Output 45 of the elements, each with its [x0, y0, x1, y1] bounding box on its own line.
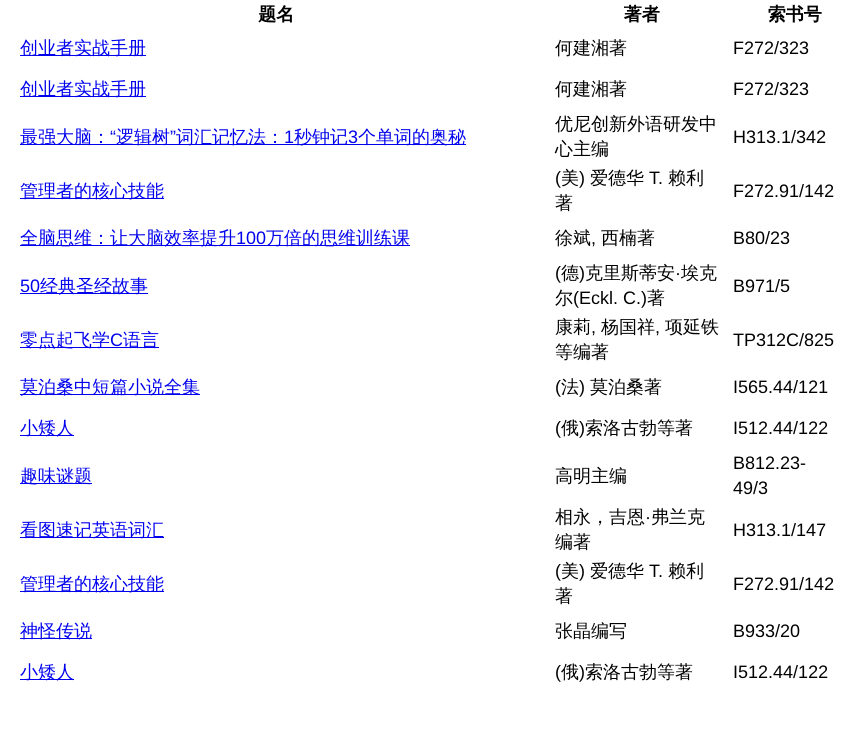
author-text: (美) 爱德华 T. 赖利著: [555, 561, 704, 606]
author-text: 何建湘著: [555, 79, 627, 99]
author-text: (俄)索洛古勃等著: [555, 418, 693, 438]
author-text: 高明主编: [555, 466, 627, 486]
author-text: (法) 莫泊桑著: [555, 377, 662, 397]
call-number-text: F272/323: [733, 38, 810, 58]
book-title-link[interactable]: 50经典圣经故事: [20, 276, 148, 296]
author-text: 优尼创新外语研发中心主编: [555, 114, 717, 159]
call-number-text: B80/23: [733, 228, 790, 248]
author-text: 康莉, 杨国祥, 项延铁等编著: [555, 317, 720, 362]
call-number-text: F272/323: [733, 79, 810, 99]
call-number-text: I512.44/122: [733, 418, 828, 438]
author-text: (德)克里斯蒂安·埃克尔(Eckl. C.)著: [555, 263, 717, 308]
book-title-link[interactable]: 最强大脑：“逻辑树”词汇记忆法：1秒钟记3个单词的奥秘: [20, 126, 466, 146]
column-header: 索书号: [767, 2, 823, 26]
book-title-link[interactable]: 管理者的核心技能: [20, 180, 164, 200]
author-text: 何建湘著: [555, 38, 627, 58]
call-number-text: H313.1/147: [733, 520, 826, 540]
call-number-text: TP312C/825: [733, 330, 834, 350]
call-number-text: B933/20: [733, 621, 800, 641]
book-title-link[interactable]: 创业者实战手册: [20, 38, 146, 58]
book-title-link[interactable]: 趣味谜题: [20, 466, 92, 486]
book-title-link[interactable]: 管理者的核心技能: [20, 574, 164, 594]
call-number-text: I512.44/122: [733, 662, 828, 682]
column-header: 著者: [623, 2, 661, 26]
author-text: (俄)索洛古勃等著: [555, 662, 693, 682]
book-title-link[interactable]: 全脑思维：让大脑效率提升100万倍的思维训练课: [20, 228, 410, 248]
book-title-link[interactable]: 创业者实战手册: [20, 79, 146, 99]
book-title-link[interactable]: 小矮人: [20, 418, 74, 438]
author-text: 徐斌, 西楠著: [555, 228, 656, 248]
book-title-link[interactable]: 神怪传说: [20, 621, 92, 641]
book-title-link[interactable]: 零点起飞学C语言: [20, 330, 159, 350]
author-text: (美) 爱德华 T. 赖利著: [555, 168, 704, 213]
call-number-text: B971/5: [733, 276, 790, 296]
author-text: 张晶编写: [555, 621, 627, 641]
call-number-text: H313.1/342: [733, 126, 826, 146]
call-number-text: I565.44/121: [733, 377, 828, 397]
book-title-link[interactable]: 看图速记英语词汇: [20, 520, 164, 540]
author-text: 相永，吉恩·弗兰克编著: [555, 507, 705, 552]
call-number-text: F272.91/142: [733, 180, 834, 200]
book-title-link[interactable]: 小矮人: [20, 662, 74, 682]
book-title-link[interactable]: 莫泊桑中短篇小说全集: [20, 377, 200, 397]
call-number-text: F272.91/142: [733, 574, 834, 594]
call-number-text: B812.23-49/3: [733, 453, 806, 498]
column-header: 题名: [257, 2, 296, 26]
